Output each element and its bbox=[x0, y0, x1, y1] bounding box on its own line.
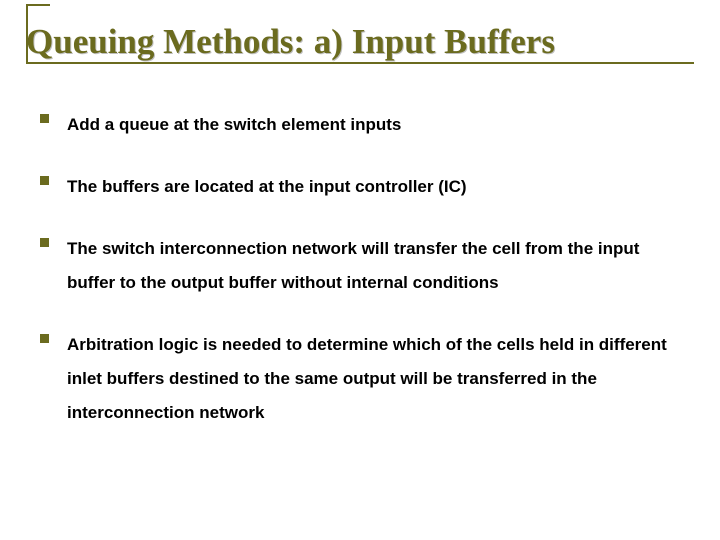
list-item-text: The switch interconnection network will … bbox=[67, 232, 680, 300]
square-bullet-icon bbox=[40, 238, 49, 247]
list-item-text: Arbitration logic is needed to determine… bbox=[67, 328, 680, 430]
title-underline bbox=[26, 62, 694, 64]
square-bullet-icon bbox=[40, 176, 49, 185]
list-item: Add a queue at the switch element inputs bbox=[40, 108, 680, 142]
square-bullet-icon bbox=[40, 114, 49, 123]
list-item: Arbitration logic is needed to determine… bbox=[40, 328, 680, 430]
list-item: The buffers are located at the input con… bbox=[40, 170, 680, 204]
slide: Queuing Methods: a) Input Buffers Add a … bbox=[0, 0, 720, 540]
slide-title: Queuing Methods: a) Input Buffers bbox=[26, 16, 694, 62]
title-corner-top bbox=[26, 4, 50, 6]
content-area: Add a queue at the switch element inputs… bbox=[40, 108, 680, 458]
square-bullet-icon bbox=[40, 334, 49, 343]
list-item-text: Add a queue at the switch element inputs bbox=[67, 108, 680, 142]
list-item-text: The buffers are located at the input con… bbox=[67, 170, 680, 204]
list-item: The switch interconnection network will … bbox=[40, 232, 680, 300]
